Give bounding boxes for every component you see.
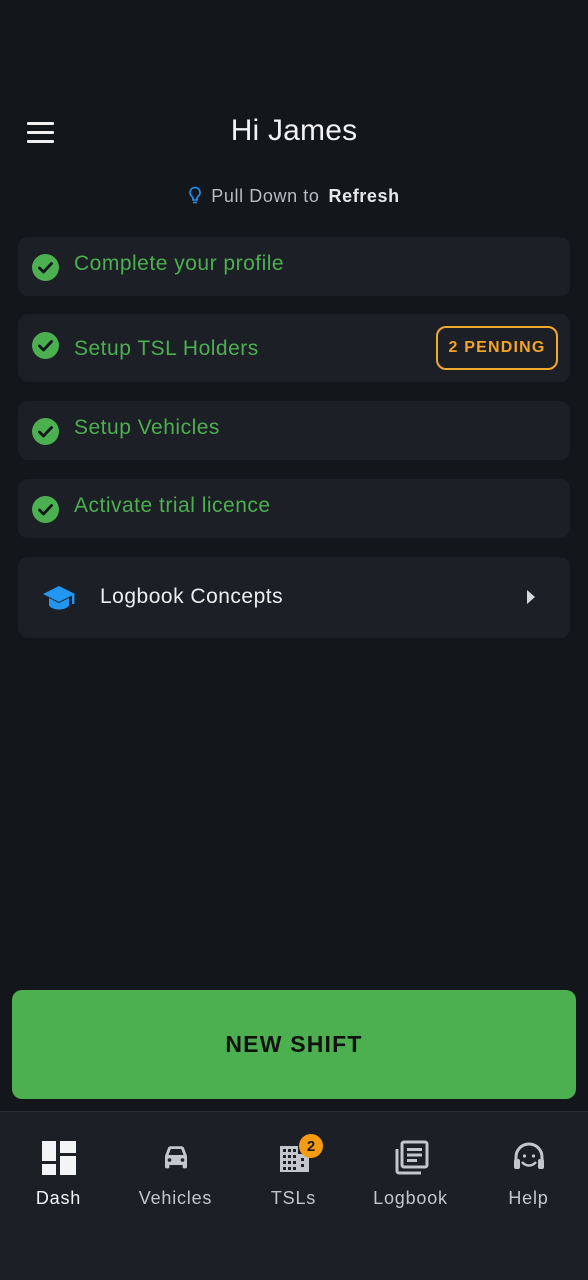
check-circle-icon xyxy=(32,254,59,281)
nav-label: TSLs xyxy=(270,1188,317,1208)
chevron-right-icon xyxy=(527,590,535,604)
dashboard-icon xyxy=(41,1141,76,1175)
task-activate-trial-licence[interactable]: Activate trial licence xyxy=(18,479,570,538)
bottom-nav: Dash Vehicles 2 TSLs Logbook Help xyxy=(0,1111,588,1280)
nav-item-dash[interactable]: Dash xyxy=(0,1112,117,1232)
task-setup-vehicles[interactable]: Setup Vehicles xyxy=(18,401,570,460)
check-circle-icon xyxy=(32,332,59,359)
logbook-concepts-item[interactable]: Logbook Concepts xyxy=(18,557,570,638)
app-header: Hi James xyxy=(0,100,588,164)
refresh-hint-text: Pull Down to xyxy=(211,185,320,206)
tsls-count-badge: 2 xyxy=(299,1134,323,1158)
graduation-cap-icon xyxy=(43,586,75,610)
nav-item-logbook[interactable]: Logbook xyxy=(352,1112,469,1232)
pending-badge[interactable]: 2 PENDING xyxy=(436,326,558,370)
refresh-hint-action: Refresh xyxy=(328,185,400,206)
nav-label: Logbook xyxy=(373,1188,448,1208)
task-label: Complete your profile xyxy=(74,252,285,275)
task-label: Setup TSL Holders xyxy=(74,337,259,360)
headset-icon xyxy=(513,1142,544,1169)
logbook-icon xyxy=(395,1140,428,1175)
task-complete-profile[interactable]: Complete your profile xyxy=(18,237,570,296)
page-title: Hi James xyxy=(230,114,358,147)
nav-item-tsls[interactable]: 2 TSLs xyxy=(235,1112,352,1232)
refresh-hint: Pull Down to Refresh xyxy=(0,184,588,208)
nav-label: Help xyxy=(508,1188,549,1208)
nav-item-help[interactable]: Help xyxy=(470,1112,587,1232)
task-setup-tsl-holders[interactable]: Setup TSL Holders 2 PENDING xyxy=(18,314,570,382)
nav-label: Dash xyxy=(35,1188,82,1208)
nav-label: Vehicles xyxy=(138,1188,213,1208)
lightbulb-icon xyxy=(189,186,201,204)
check-circle-icon xyxy=(32,496,59,523)
task-label: Activate trial licence xyxy=(74,494,271,517)
new-shift-button[interactable]: NEW SHIFT xyxy=(12,990,576,1099)
nav-item-vehicles[interactable]: Vehicles xyxy=(117,1112,234,1232)
check-circle-icon xyxy=(32,418,59,445)
car-icon xyxy=(164,1146,187,1169)
logbook-concepts-label: Logbook Concepts xyxy=(100,585,284,608)
task-label: Setup Vehicles xyxy=(74,416,220,439)
